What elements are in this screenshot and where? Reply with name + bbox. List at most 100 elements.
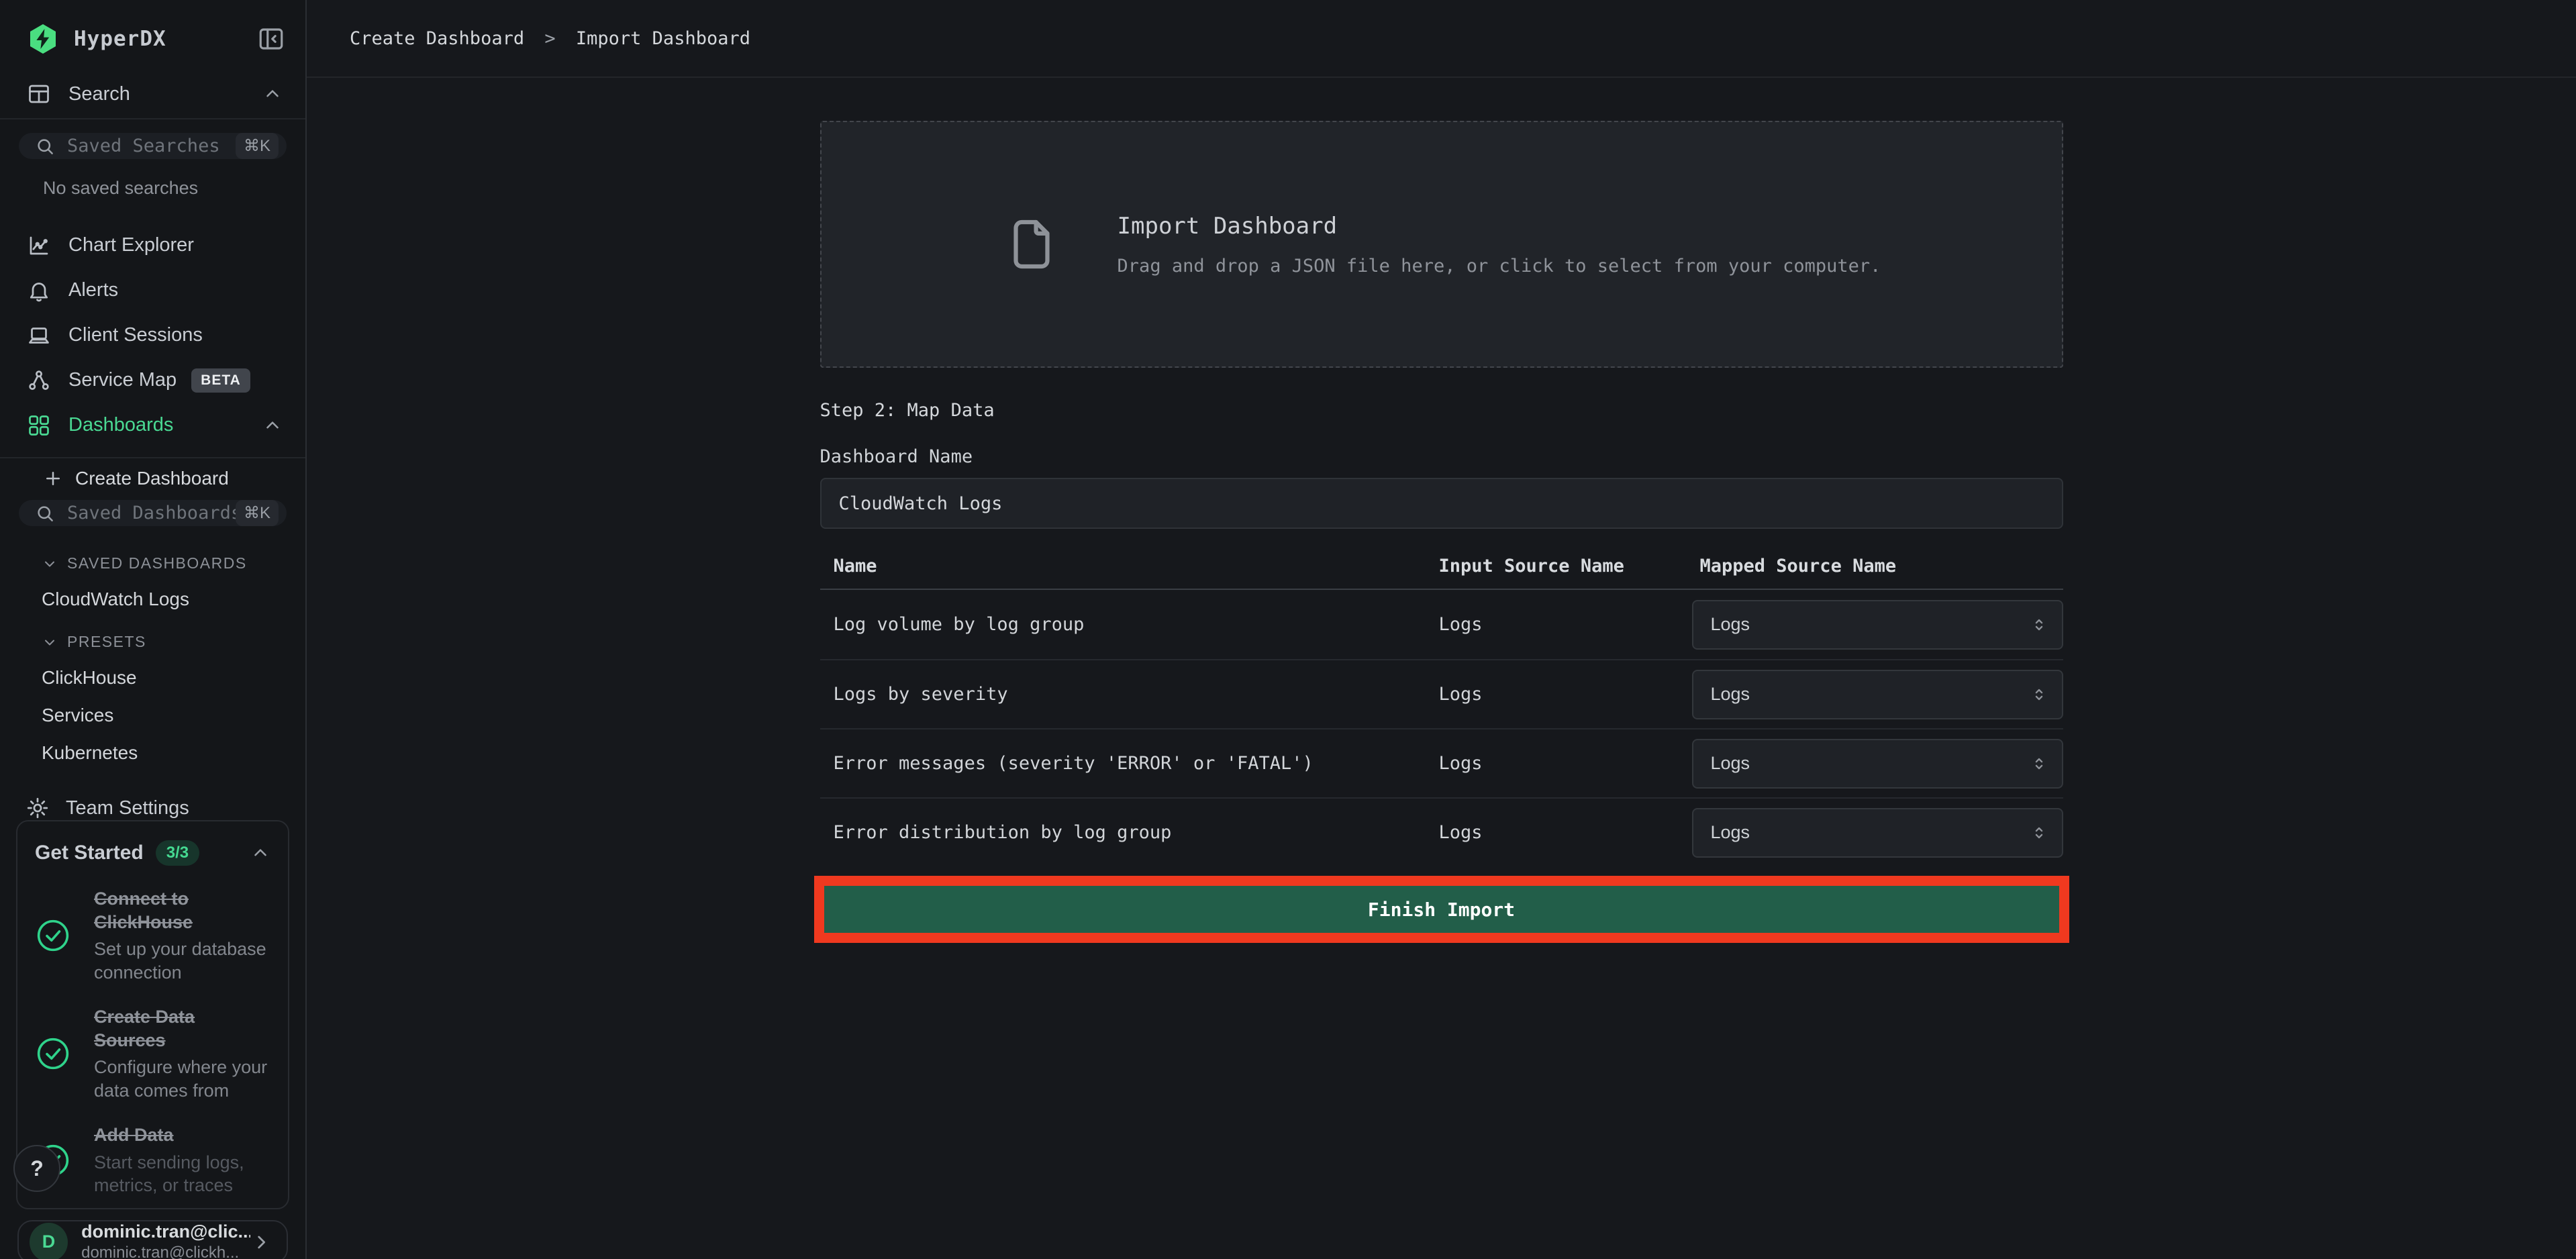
main-area: Create Dashboard > Import Dashboard Impo…: [307, 0, 2576, 1259]
chevron-up-icon[interactable]: [250, 843, 270, 863]
brand-name: HyperDX: [74, 27, 166, 51]
breadcrumb-create-dashboard[interactable]: Create Dashboard: [350, 28, 524, 49]
dropzone-subtitle: Drag and drop a JSON file here, or click…: [1118, 256, 1881, 276]
chevron-down-icon: [42, 556, 58, 572]
divider: [0, 457, 305, 458]
breadcrumb: Create Dashboard > Import Dashboard: [350, 28, 750, 49]
get-started-item-sources[interactable]: Create Data Sources Configure where your…: [35, 1005, 270, 1102]
select-value: Logs: [1711, 822, 1750, 843]
import-dropzone[interactable]: Import Dashboard Drag and drop a JSON fi…: [820, 121, 2063, 368]
mapped-source-select[interactable]: Logs: [1692, 670, 2063, 719]
get-started-item-connect[interactable]: Connect to ClickHouse Set up your databa…: [35, 887, 270, 984]
user-email: dominic.tran@clickh...: [81, 1244, 250, 1259]
column-header-mapped-source: Mapped Source Name: [1692, 556, 2063, 576]
get-started-item-add-data[interactable]: Add Data Start sending logs, metrics, or…: [35, 1123, 270, 1197]
saved-searches-placeholder: Saved Searches: [67, 136, 236, 156]
divider: [0, 118, 305, 119]
get-started-card: Get Started 3/3 Connect to ClickHouse Se…: [16, 820, 289, 1209]
sidebar-item-services[interactable]: Services: [42, 705, 305, 726]
no-saved-searches-text: No saved searches: [43, 178, 305, 199]
sidebar-item-search[interactable]: Search: [0, 82, 305, 106]
chevron-up-icon[interactable]: [262, 415, 283, 436]
presets-group-header[interactable]: PRESETS: [42, 633, 305, 651]
get-started-item-title: Connect to ClickHouse: [94, 887, 270, 934]
search-icon: [35, 503, 55, 523]
saved-dashboards-group-header[interactable]: SAVED DASHBOARDS: [42, 554, 305, 572]
team-settings-label: Team Settings: [66, 797, 189, 819]
sidebar-item-team-settings[interactable]: Team Settings: [0, 796, 305, 820]
search-section-icon: [27, 82, 51, 106]
row-input-source: Logs: [1439, 614, 1692, 635]
step-label: Step 2: Map Data: [820, 400, 2063, 421]
sidebar-item-cloudwatch-logs[interactable]: CloudWatch Logs: [42, 589, 305, 610]
laptop-icon: [27, 323, 51, 348]
saved-dashboards-placeholder: Saved Dashboards: [67, 503, 236, 523]
table-row: Log volume by log group Logs Logs: [820, 590, 2063, 659]
row-input-source: Logs: [1439, 684, 1692, 705]
top-bar: Create Dashboard > Import Dashboard: [307, 0, 2576, 78]
check-circle-icon: [35, 1036, 71, 1072]
nav-label: Client Sessions: [68, 324, 203, 346]
sidebar-item-alerts[interactable]: Alerts: [0, 268, 305, 313]
row-input-source: Logs: [1439, 822, 1692, 843]
mapped-source-select[interactable]: Logs: [1692, 739, 2063, 789]
gear-icon: [26, 796, 50, 820]
group-header-label: PRESETS: [67, 633, 146, 651]
avatar: D: [30, 1223, 68, 1259]
get-started-title: Get Started: [35, 842, 144, 864]
create-dashboard-label: Create Dashboard: [75, 468, 229, 489]
sidebar-item-service-map[interactable]: Service Map BETA: [0, 358, 305, 403]
group-header-label: SAVED DASHBOARDS: [67, 554, 247, 572]
help-button[interactable]: ?: [13, 1145, 60, 1192]
chevron-right-icon: [250, 1231, 272, 1253]
hyperdx-logo-icon: [27, 23, 59, 55]
beta-badge: BETA: [191, 368, 250, 393]
select-value: Logs: [1711, 614, 1750, 635]
sidebar-item-clickhouse[interactable]: ClickHouse: [42, 667, 305, 689]
search-icon: [35, 136, 55, 156]
nav-label: Chart Explorer: [68, 234, 194, 256]
row-name: Error distribution by log group: [820, 822, 1439, 843]
table-header: Name Input Source Name Mapped Source Nam…: [820, 556, 2063, 590]
user-account-button[interactable]: D dominic.tran@clic... dominic.tran@clic…: [17, 1220, 288, 1259]
row-name: Logs by severity: [820, 684, 1439, 705]
mapped-source-select[interactable]: Logs: [1692, 600, 2063, 650]
select-chevrons-icon: [2030, 685, 2048, 704]
nav-label: Dashboards: [68, 414, 173, 436]
user-name: dominic.tran@clic...: [81, 1221, 250, 1242]
mapped-source-select[interactable]: Logs: [1692, 808, 2063, 858]
get-started-item-desc: Start sending logs, metrics, or traces: [94, 1151, 270, 1197]
create-dashboard-button[interactable]: Create Dashboard: [0, 468, 305, 489]
collapse-sidebar-icon[interactable]: [257, 25, 285, 53]
shortcut-badge: ⌘K: [236, 500, 279, 526]
search-section-label: Search: [68, 83, 130, 105]
shortcut-badge: ⌘K: [236, 133, 279, 159]
row-name: Error messages (severity 'ERROR' or 'FAT…: [820, 753, 1439, 774]
dashboard-name-input[interactable]: [820, 478, 2063, 529]
plus-icon: [43, 468, 63, 489]
saved-dashboards-input[interactable]: Saved Dashboards ⌘K: [19, 500, 287, 526]
get-started-item-desc: Configure where your data comes from: [94, 1056, 270, 1102]
get-started-item-title: Add Data: [94, 1123, 270, 1147]
sidebar: HyperDX Search Saved Searches ⌘K No save…: [0, 0, 307, 1259]
table-row: Error distribution by log group Logs Log…: [820, 797, 2063, 866]
sidebar-item-kubernetes[interactable]: Kubernetes: [42, 742, 305, 764]
dropzone-title: Import Dashboard: [1118, 213, 1881, 240]
chevron-up-icon[interactable]: [262, 84, 283, 104]
dashboard-name-label: Dashboard Name: [820, 446, 2063, 467]
select-chevrons-icon: [2030, 823, 2048, 842]
row-input-source: Logs: [1439, 753, 1692, 774]
get-started-item-title: Create Data Sources: [94, 1005, 270, 1052]
finish-import-button[interactable]: Finish Import: [824, 886, 2059, 933]
sidebar-item-chart-explorer[interactable]: Chart Explorer: [0, 223, 305, 268]
sidebar-item-dashboards[interactable]: Dashboards: [0, 403, 305, 448]
nav-label: Alerts: [68, 279, 118, 301]
check-circle-icon: [35, 917, 71, 954]
breadcrumb-import-dashboard[interactable]: Import Dashboard: [576, 28, 750, 49]
select-value: Logs: [1711, 753, 1750, 774]
saved-searches-input[interactable]: Saved Searches ⌘K: [19, 133, 287, 159]
row-name: Log volume by log group: [820, 614, 1439, 635]
sidebar-item-client-sessions[interactable]: Client Sessions: [0, 313, 305, 358]
content: Import Dashboard Drag and drop a JSON fi…: [307, 78, 2576, 1259]
action-highlight-box: Finish Import: [814, 876, 2069, 943]
